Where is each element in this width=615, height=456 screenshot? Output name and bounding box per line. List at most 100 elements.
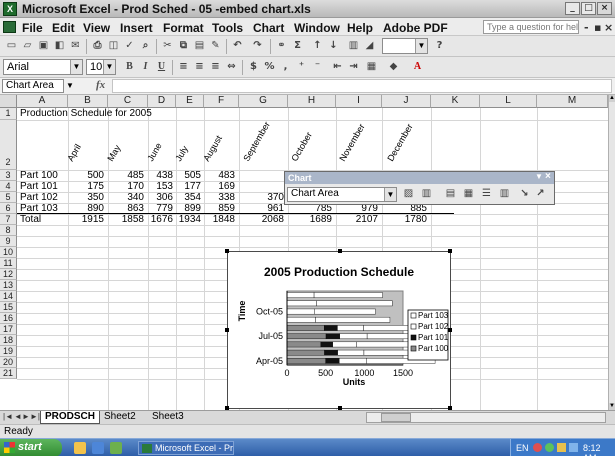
tab-sheet3[interactable]: Sheet3 (148, 411, 188, 424)
decrease-indent-icon[interactable]: ⇤ (330, 60, 345, 74)
chart-title[interactable]: 2005 Production Schedule (264, 265, 414, 279)
angle-text-down-icon[interactable]: ↘ (517, 187, 532, 201)
row-header-7[interactable]: 7 (0, 214, 17, 225)
drawing-icon[interactable]: ◢ (362, 39, 377, 53)
menu-edit[interactable]: Edit (52, 21, 75, 35)
col-header-e[interactable]: E (176, 95, 204, 108)
save-icon[interactable]: ▣ (36, 39, 51, 53)
col-header-m[interactable]: M (537, 95, 608, 108)
help-search-input[interactable]: Type a question for help (483, 20, 579, 34)
angle-text-up-icon[interactable]: ↗ (533, 187, 548, 201)
row-header-20[interactable]: 20 (0, 357, 17, 368)
clock[interactable]: 8:12 AM (583, 443, 615, 456)
sheet-title-cell[interactable]: Production Schedule for 2005 (20, 108, 152, 120)
total-cell[interactable]: 1934 (176, 214, 201, 226)
select-all-corner[interactable] (0, 95, 17, 108)
tray-icon[interactable] (545, 443, 554, 452)
media-icon[interactable] (110, 442, 122, 454)
legend-icon[interactable]: ▤ (443, 187, 458, 201)
paste-icon[interactable]: ▤ (192, 39, 207, 53)
total-label-cell[interactable]: Total (20, 214, 41, 226)
col-header-c[interactable]: C (108, 95, 148, 108)
col-header-d[interactable]: D (148, 95, 176, 108)
align-center-icon[interactable]: ≡ (192, 60, 207, 74)
row-header-21[interactable]: 21 (0, 368, 17, 379)
spelling-icon[interactable]: ✓ (122, 39, 137, 53)
start-button[interactable]: start (0, 439, 62, 456)
chart-object-select[interactable]: Chart Area ▼ (287, 187, 397, 202)
new-icon[interactable]: ▭ (4, 39, 19, 53)
bar-segment[interactable] (332, 341, 357, 348)
row-header-16[interactable]: 16 (0, 313, 17, 324)
legend-swatch[interactable] (410, 345, 417, 352)
redo-icon[interactable]: ↷ (250, 39, 265, 53)
chevron-down-icon[interactable]: ▼ (535, 172, 543, 181)
minimize-button[interactable]: _ (565, 2, 580, 15)
bar-segment[interactable] (313, 292, 383, 298)
row-header-11[interactable]: 11 (0, 258, 17, 269)
prev-sheet-icon[interactable]: ◄ (14, 412, 22, 421)
row-header-17[interactable]: 17 (0, 324, 17, 335)
format-painter-icon[interactable]: ✎ (208, 39, 223, 53)
row-header-9[interactable]: 9 (0, 236, 17, 247)
bar-segment[interactable] (286, 358, 326, 364)
bar-segment[interactable] (286, 292, 315, 298)
row-header-6[interactable]: 6 (0, 203, 17, 214)
tab-prodsch[interactable]: PRODSCH (40, 411, 101, 424)
workbook-icon[interactable] (3, 21, 16, 33)
x-tick-label[interactable]: 1500 (393, 368, 413, 378)
row-header-4[interactable]: 4 (0, 181, 17, 192)
y-tick-label[interactable]: Apr-05 (256, 356, 283, 366)
cut-icon[interactable]: ✂ (160, 39, 175, 53)
sort-descending-icon[interactable]: ↓ (326, 39, 341, 53)
close-button[interactable]: × (597, 2, 612, 15)
bar-segment[interactable] (339, 333, 368, 340)
month-header[interactable]: December (385, 122, 414, 163)
col-header-i[interactable]: I (336, 95, 382, 108)
by-column-icon[interactable]: ▥ (497, 187, 512, 201)
bar-segment[interactable] (286, 333, 327, 340)
decrease-decimal-icon[interactable]: ⁻ (310, 60, 325, 74)
row-header-15[interactable]: 15 (0, 302, 17, 313)
bar-segment[interactable] (356, 341, 417, 348)
chart-svg[interactable]: 2005 Production Schedule Time Units Apr-… (228, 252, 450, 408)
bar-segment[interactable] (286, 325, 325, 331)
total-cell[interactable]: 1676 (148, 214, 173, 226)
x-axis-label[interactable]: Units (343, 377, 366, 387)
menu-format[interactable]: Format (163, 21, 204, 35)
align-right-icon[interactable]: ≡ (208, 60, 223, 74)
horizontal-scrollbar[interactable] (366, 412, 606, 423)
row-header-10[interactable]: 10 (0, 247, 17, 258)
chart-legend[interactable]: Part 103 Part 102 Part 101 Part 100 (407, 309, 449, 361)
bar-segment[interactable] (286, 300, 317, 307)
x-tick-label[interactable]: 0 (284, 368, 289, 378)
print-preview-icon[interactable]: ◫ (106, 39, 121, 53)
name-box[interactable]: Chart Area (2, 79, 64, 93)
taskbar-excel-button[interactable]: Microsoft Excel - Prod... (138, 441, 234, 455)
menu-view[interactable]: View (83, 21, 110, 35)
bar-segment[interactable] (320, 341, 333, 348)
by-row-icon[interactable]: ☰ (479, 187, 494, 201)
row-header-1[interactable]: 1 (0, 108, 17, 120)
menu-adobe-pdf[interactable]: Adobe PDF (383, 21, 448, 35)
total-cell[interactable]: 1848 (204, 214, 235, 226)
percent-icon[interactable]: % (262, 60, 277, 74)
copy-icon[interactable]: ⧉ (176, 39, 191, 53)
increase-indent-icon[interactable]: ⇥ (346, 60, 361, 74)
tray-icon[interactable] (557, 443, 566, 452)
row-header-14[interactable]: 14 (0, 291, 17, 302)
row-header-19[interactable]: 19 (0, 346, 17, 357)
maximize-button[interactable]: □ (581, 2, 596, 15)
bar-segment[interactable] (337, 325, 364, 331)
x-tick-label[interactable]: 1000 (354, 368, 374, 378)
zoom-select[interactable]: ▼ (382, 38, 428, 54)
formula-input[interactable] (112, 79, 612, 93)
chart-type-icon[interactable]: ▥ (419, 187, 434, 201)
bar-segment[interactable] (315, 316, 391, 323)
help-icon[interactable]: ? (432, 39, 447, 53)
col-header-h[interactable]: H (288, 95, 336, 108)
col-header-j[interactable]: J (382, 95, 431, 108)
total-cell[interactable]: 1780 (382, 214, 427, 226)
email-icon[interactable]: ✉ (68, 39, 83, 53)
bold-icon[interactable]: B (122, 60, 137, 74)
